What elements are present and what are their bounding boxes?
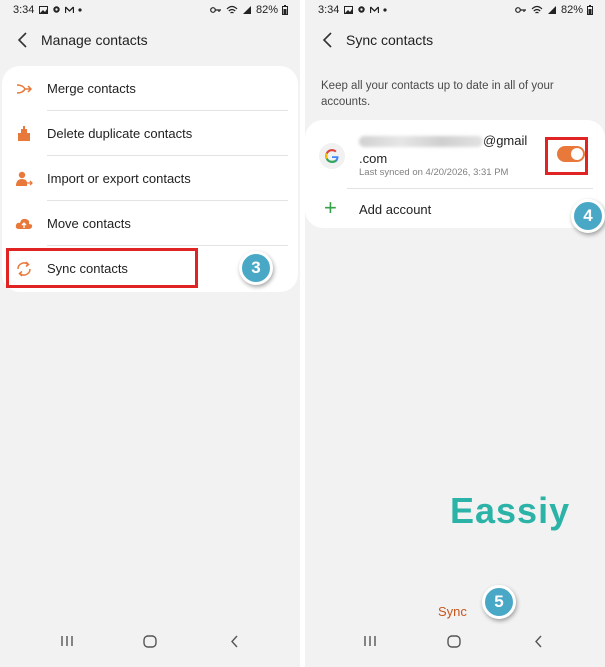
delete-duplicate-icon [18,126,30,141]
account-email: @gmail .com [359,132,527,168]
sync-contacts-screen: 3:34 82% Sync contacts Keep all your con… [305,0,605,667]
wifi-icon [531,5,543,14]
import-export-icon [16,171,33,186]
add-account-button[interactable]: + Add account [305,190,605,228]
battery-text: 82% [560,4,583,16]
dot-icon [78,7,82,12]
watermark-logo: Eassiy [450,490,571,531]
status-time: 3:34 [318,4,340,16]
merge-contacts-item[interactable]: Merge contacts [2,66,298,111]
manage-contacts-screen: 3:34 82% Manage contacts Merge contacts … [0,0,300,667]
nav-back-icon[interactable] [230,635,240,648]
cloud-upload-icon [15,218,33,229]
email-suffix: @gmail [483,133,528,148]
key-icon [210,7,221,13]
step-badge-4: 4 [571,199,605,233]
settings-gear-icon [53,6,60,13]
gallery-icon [39,5,48,14]
page-title: Manage contacts [41,32,148,48]
mail-icon [65,6,74,13]
step-badge-5: 5 [482,585,516,619]
home-icon[interactable] [143,635,157,648]
home-icon[interactable] [447,635,461,648]
battery-icon [282,5,288,15]
signal-icon [547,6,556,14]
notification-icons [39,5,82,14]
system-icons: 82% [515,4,593,16]
menu-item-label: Import or export contacts [47,171,191,186]
last-synced-text: Last synced on 4/20/2026, 3:31 PM [359,167,509,178]
step-badge-3: 3 [239,251,273,285]
sync-button[interactable]: Sync [438,604,467,619]
merge-icon [16,84,33,94]
sync-description: Keep all your contacts up to date in all… [321,80,554,108]
back-arrow-icon[interactable] [14,30,32,50]
menu-item-label: Delete duplicate contacts [47,126,193,141]
signal-icon [242,6,251,14]
status-bar: 3:34 82% [0,2,300,18]
toggle-highlight [545,137,588,175]
app-bar: Sync contacts [305,28,605,52]
status-bar: 3:34 82% [305,2,605,18]
gallery-icon [344,5,353,14]
add-account-label: Add account [359,202,432,217]
battery-text: 82% [255,4,278,16]
divider [347,188,593,189]
navigation-bar [0,623,300,667]
redacted-username [359,136,483,148]
system-icons: 82% [210,4,288,16]
mail-icon [370,6,379,13]
back-arrow-icon[interactable] [319,30,337,50]
wifi-icon [226,5,238,14]
app-bar: Manage contacts [0,28,300,52]
move-contacts-item[interactable]: Move contacts [2,201,298,246]
key-icon [515,7,526,13]
settings-gear-icon [358,6,365,13]
recent-apps-icon[interactable] [363,635,377,647]
status-time: 3:34 [13,4,35,16]
navigation-bar [305,623,605,667]
sync-contacts-highlight [6,248,198,288]
page-title: Sync contacts [346,32,434,48]
menu-item-label: Merge contacts [47,81,136,96]
google-logo-icon [319,143,345,169]
email-domain: .com [359,151,388,166]
menu-item-label: Move contacts [47,216,131,231]
nav-back-icon[interactable] [534,635,544,648]
recent-apps-icon[interactable] [60,635,74,647]
battery-icon [587,5,593,15]
dot-icon [383,7,387,12]
notification-icons [344,5,387,14]
delete-duplicate-contacts-item[interactable]: Delete duplicate contacts [2,111,298,156]
plus-icon: + [324,195,337,220]
import-export-contacts-item[interactable]: Import or export contacts [2,156,298,201]
